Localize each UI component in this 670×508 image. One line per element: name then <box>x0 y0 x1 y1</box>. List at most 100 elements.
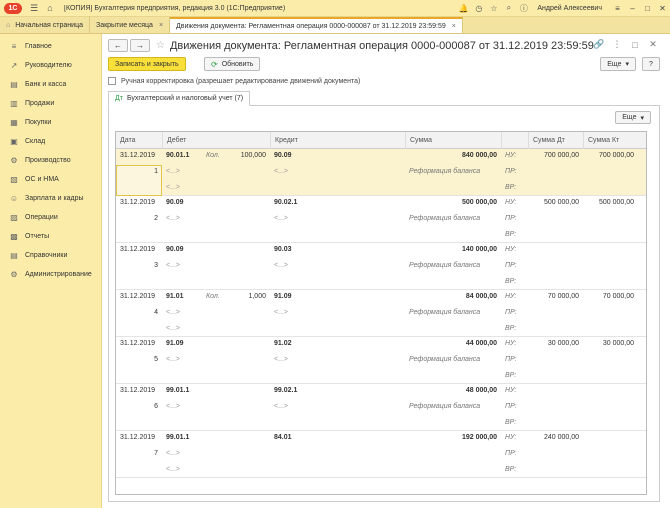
tab-home[interactable]: ⌂ Начальная страница <box>0 17 90 33</box>
row-number: 4 <box>154 309 158 316</box>
close-icon[interactable]: × <box>159 22 163 29</box>
tab-document-movements[interactable]: Движения документа: Регламентная операци… <box>170 17 463 33</box>
sales-icon: ▥ <box>10 99 18 108</box>
row-debit-subconto: <...> <box>166 184 181 191</box>
bell-icon[interactable]: 🔔 <box>456 4 471 13</box>
row-sum-dt: 700 000,00 <box>543 152 579 159</box>
minimize-icon[interactable]: – <box>625 4 640 13</box>
table-row[interactable]: 31.12.2019 7 99.01.1 <...> <...> 84.01 192 000… <box>116 431 646 478</box>
row-debit-subconto: <...> <box>166 450 181 457</box>
table-row[interactable]: 31.12.2019 1 90.01.1 Кол. 100,000 <...> <...> 9… <box>116 149 646 196</box>
row-debit: 91.09 <box>166 340 184 347</box>
home-icon[interactable]: ⌂ <box>42 0 58 17</box>
row-type-label: НУ: <box>505 434 517 441</box>
tab-accounting-tax[interactable]: Дт Бухгалтерский и налоговый учет (7) <box>108 91 251 106</box>
row-content: Реформация баланса <box>409 403 481 410</box>
maximize-icon[interactable]: □ <box>640 4 655 13</box>
user-name[interactable]: Андрей Алексеевич <box>531 5 610 12</box>
tab-month-close[interactable]: Закрытие месяца × <box>90 17 171 33</box>
favorite-star-icon[interactable]: ☆ <box>156 40 165 51</box>
row-debit: 99.01.1 <box>166 434 190 441</box>
sidebar-item[interactable]: ▩ Отчеты <box>0 227 101 246</box>
history-icon[interactable]: ◷ <box>471 4 486 13</box>
close-icon[interactable]: × <box>452 23 456 30</box>
close-form-icon[interactable]: ✕ <box>646 39 660 50</box>
col-sum-kt[interactable]: Сумма Кт <box>583 132 646 149</box>
col-sum-dt[interactable]: Сумма Дт <box>528 132 583 149</box>
col-credit[interactable]: Кредит <box>270 132 405 149</box>
more-button[interactable]: Еще ▾ <box>600 57 636 71</box>
sidebar-item[interactable]: ≡ Главное <box>0 37 101 56</box>
help-button[interactable]: ? <box>642 57 660 71</box>
refresh-button[interactable]: ⟳ Обновить <box>204 57 261 71</box>
sidebar-item[interactable]: ↗ Руководителю <box>0 56 101 75</box>
sidebar-item[interactable]: ▤ Справочники <box>0 246 101 265</box>
star-icon[interactable]: ☆ <box>486 4 501 13</box>
back-button[interactable]: ← <box>108 39 128 52</box>
sidebar-item-label: Справочники <box>25 252 68 259</box>
sidebar-item-label: Отчеты <box>25 233 50 240</box>
row-credit: 99.02.1 <box>274 387 298 394</box>
grid-more-button[interactable]: Еще ▾ <box>615 111 651 124</box>
row-date: 31.12.2019 <box>120 246 156 253</box>
row-credit: 90.09 <box>274 152 292 159</box>
row-amount: 84 000,00 <box>465 293 497 300</box>
col-date[interactable]: Дата <box>116 132 162 149</box>
row-sum-kt: 500 000,00 <box>598 199 634 206</box>
row-debit: 90.09 <box>166 199 184 206</box>
table-row[interactable]: 31.12.2019 2 90.09 <...> 90.02.1 <...> 500 000… <box>116 196 646 243</box>
row-sum-dt: 70 000,00 <box>547 293 579 300</box>
more-actions-icon[interactable]: ⋮ <box>610 39 624 50</box>
search-icon[interactable]: ⌕ <box>501 3 516 13</box>
sidebar-item[interactable]: ☺ Зарплата и кадры <box>0 189 101 208</box>
row-date: 31.12.2019 <box>120 152 156 159</box>
forward-button[interactable]: → <box>130 39 150 52</box>
sidebar-item[interactable]: ⚙ Производство <box>0 151 101 170</box>
window-title: [КОПИЯ] Бухгалтерия предприятия, редакци… <box>64 4 286 12</box>
close-window-icon[interactable]: ✕ <box>655 4 670 13</box>
link-icon[interactable]: 🔗 <box>592 39 606 50</box>
sidebar-item[interactable]: ⚙ Администрирование <box>0 265 101 284</box>
table-row[interactable]: 31.12.2019 6 99.01.1 <...> 99.02.1 <...> 48 00… <box>116 384 646 431</box>
sidebar-item[interactable]: ▧ ОС и НМА <box>0 170 101 189</box>
row-amount: 48 000,00 <box>465 387 497 394</box>
row-amount: 44 000,00 <box>465 340 497 347</box>
row-debit: 90.01.1 <box>166 152 190 159</box>
save-and-close-button[interactable]: Записать и закрыть <box>108 57 186 71</box>
row-type-label: ВР: <box>505 278 517 285</box>
row-date: 31.12.2019 <box>120 434 156 441</box>
row-number: 3 <box>154 262 158 269</box>
sidebar-item-label: Покупки <box>25 119 52 126</box>
operations-icon: ▨ <box>10 213 18 222</box>
row-type-label: НУ: <box>505 340 517 347</box>
settings-icon[interactable]: ≡ <box>610 4 625 13</box>
table-row[interactable]: 31.12.2019 5 91.09 <...> 91.02 <...> 44 000,00… <box>116 337 646 384</box>
col-amount[interactable]: Сумма <box>405 132 501 149</box>
row-content: Реформация баланса <box>409 356 481 363</box>
people-icon: ☺ <box>9 194 19 203</box>
row-type-label: ВР: <box>505 419 517 426</box>
sidebar-item[interactable]: ▥ Продажи <box>0 94 101 113</box>
menu-icon: ≡ <box>11 42 17 51</box>
maximize-form-icon[interactable]: □ <box>628 40 642 50</box>
table-row[interactable]: 31.12.2019 3 90.09 <...> 90.03 <...> 140 000,0… <box>116 243 646 290</box>
row-debit-subconto: <...> <box>166 215 181 222</box>
manual-correction-checkbox[interactable] <box>108 77 116 85</box>
sidebar-item[interactable]: ▨ Операции <box>0 208 101 227</box>
row-debit-subconto: <...> <box>166 356 181 363</box>
sidebar-item-label: Производство <box>25 157 71 164</box>
sidebar-item[interactable]: ▣ Склад <box>0 132 101 151</box>
row-content: Реформация баланса <box>409 309 481 316</box>
toolbar: Записать и закрыть ⟳ Обновить Еще ▾ ? <box>108 57 660 72</box>
row-qty: 100,000 <box>240 152 266 159</box>
table-row[interactable]: 31.12.2019 4 91.01 Кол. 1,000 <...> <...> 91.09… <box>116 290 646 337</box>
sidebar-item[interactable]: ▤ Банк и касса <box>0 75 101 94</box>
sidebar-item[interactable]: ▦ Покупки <box>0 113 101 132</box>
row-sum-kt: 70 000,00 <box>602 293 634 300</box>
main-menu-icon[interactable]: ☰ <box>26 0 42 17</box>
sidebar-item-label: ОС и НМА <box>25 176 59 183</box>
info-icon[interactable]: ⓘ <box>516 3 531 14</box>
row-sum-dt: 240 000,00 <box>543 434 579 441</box>
row-credit-subconto: <...> <box>274 168 289 175</box>
col-debit[interactable]: Дебет <box>162 132 270 149</box>
